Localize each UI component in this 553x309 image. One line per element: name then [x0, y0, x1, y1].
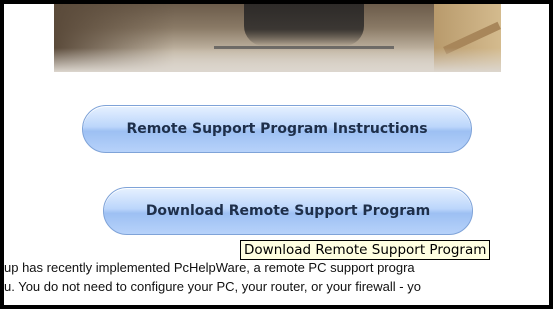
photo-floor	[54, 48, 501, 72]
page-frame: Remote Support Program Instructions Down…	[4, 4, 549, 305]
header-photo	[54, 4, 501, 72]
download-button-label: Download Remote Support Program	[145, 203, 431, 219]
instructions-button-label: Remote Support Program Instructions	[126, 121, 428, 137]
body-text-line-1: up has recently implemented PcHelpWare, …	[4, 260, 415, 275]
download-tooltip: Download Remote Support Program	[240, 240, 491, 260]
instructions-button[interactable]: Remote Support Program Instructions	[82, 105, 472, 153]
download-button[interactable]: Download Remote Support Program	[103, 187, 473, 235]
photo-person-legs	[244, 4, 364, 46]
body-text-line-2: u. You do not need to configure your PC,…	[4, 279, 421, 294]
